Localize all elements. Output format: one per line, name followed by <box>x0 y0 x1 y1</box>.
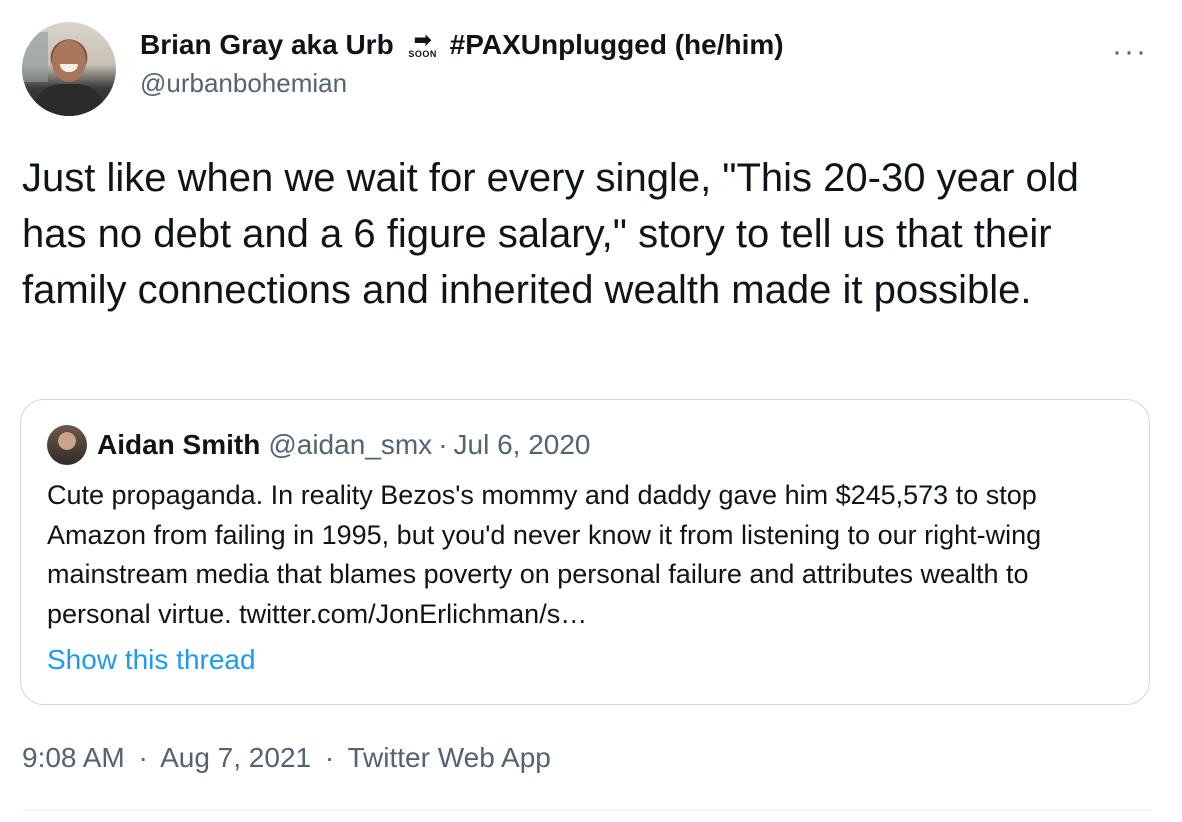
more-options-icon[interactable]: ··· <box>1112 37 1148 67</box>
author-avatar[interactable] <box>22 22 116 116</box>
meta-separator-2: · <box>324 742 335 773</box>
tweet-time[interactable]: 9:08 AM <box>22 742 125 773</box>
display-name-suffix: #PAXUnplugged (he/him) <box>449 29 784 60</box>
tweet-meta: 9:08 AM · Aug 7, 2021 · Twitter Web App <box>22 738 551 778</box>
show-thread-link[interactable]: Show this thread <box>47 640 256 680</box>
quoted-separator: · <box>438 429 448 460</box>
quoted-author-handle: @aidan_smx <box>268 429 433 460</box>
tweet-text: Just like when we wait for every single,… <box>22 156 1079 312</box>
quoted-date: Jul 6, 2020 <box>453 429 591 460</box>
avatar-face <box>52 40 86 82</box>
soon-arrow-icon: ➡ SOON <box>404 29 442 61</box>
tweet-source[interactable]: Twitter Web App <box>348 742 551 773</box>
divider <box>22 810 1152 811</box>
avatar-background <box>22 32 48 82</box>
quoted-author-name: Aidan Smith <box>97 429 261 460</box>
quoted-author-avatar <box>47 425 87 465</box>
display-name-prefix: Brian Gray aka Urb <box>140 29 394 60</box>
arrow-glyph: ➡ <box>413 27 432 52</box>
quoted-tweet-header: Aidan Smith @aidan_smx · Jul 6, 2020 <box>47 425 591 465</box>
quoted-tweet-card[interactable]: Aidan Smith @aidan_smx · Jul 6, 2020 Cut… <box>20 399 1150 705</box>
tweet-header: Brian Gray aka Urb ➡ SOON #PAXUnplugged … <box>22 22 1160 118</box>
soon-label: SOON <box>408 49 437 59</box>
avatar-shirt <box>32 84 106 116</box>
author-display-name[interactable]: Brian Gray aka Urb ➡ SOON #PAXUnplugged … <box>140 28 784 62</box>
tweet-date[interactable]: Aug 7, 2021 <box>160 742 311 773</box>
tweet: Brian Gray aka Urb ➡ SOON #PAXUnplugged … <box>0 0 1182 822</box>
quoted-tweet-text: Cute propaganda. In reality Bezos's momm… <box>47 480 1042 629</box>
author-handle[interactable]: @urbanbohemian <box>140 66 784 100</box>
meta-separator: · <box>138 742 148 773</box>
author-names: Brian Gray aka Urb ➡ SOON #PAXUnplugged … <box>140 28 784 100</box>
